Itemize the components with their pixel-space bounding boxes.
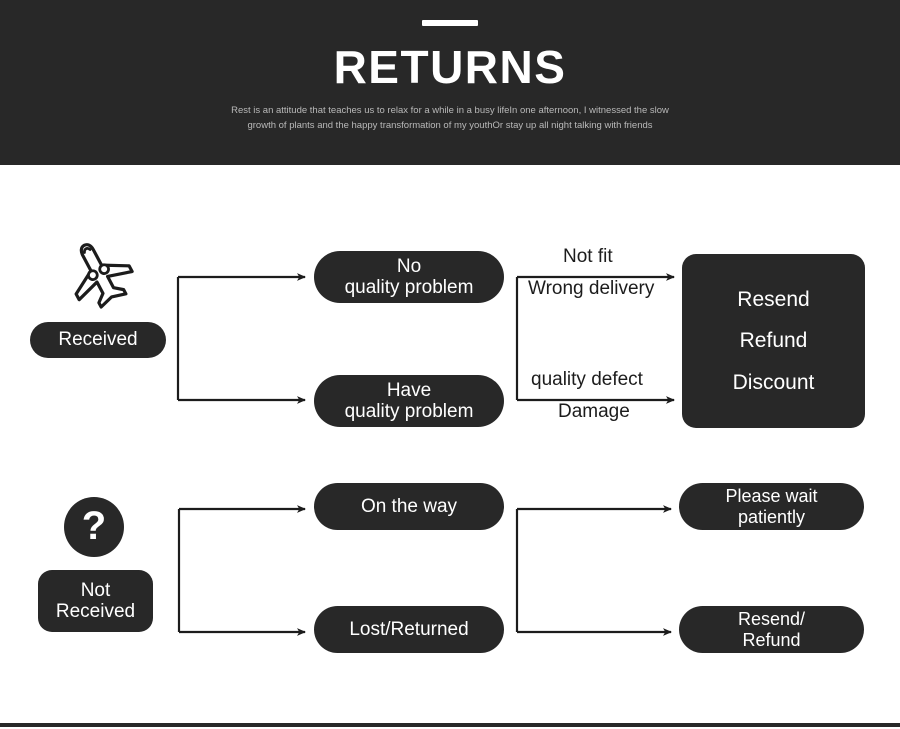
node-no-quality-problem[interactable]: No quality problem (314, 251, 504, 303)
header-divider-rule (422, 20, 478, 26)
node-not-received-line2: Received (55, 601, 136, 622)
node-have-quality-line1: Have (386, 379, 432, 401)
node-resend-refund[interactable]: Resend/ Refund (679, 606, 864, 653)
node-have-quality-problem[interactable]: Have quality problem (314, 375, 504, 427)
node-no-quality-line1: No (396, 255, 422, 277)
node-not-received[interactable]: Not Received (38, 570, 153, 632)
edge-label-not-fit: Not fit (563, 246, 613, 267)
resolution-option-discount: Discount (732, 370, 815, 394)
node-have-quality-line2: quality problem (344, 401, 474, 422)
node-lost-returned[interactable]: Lost/Returned (314, 606, 504, 653)
footer-divider-rule (0, 723, 900, 727)
node-not-received-line1: Not (80, 579, 111, 601)
node-on-the-way[interactable]: On the way (314, 483, 504, 530)
node-please-wait-line1: Please wait (725, 486, 818, 507)
resolution-option-refund: Refund (739, 329, 808, 353)
resolution-option-resend: Resend (737, 287, 810, 311)
node-please-wait-line2: patiently (737, 506, 806, 527)
node-resend-refund-line2: Refund (742, 629, 801, 650)
node-resolution-options[interactable]: Resend Refund Discount (682, 254, 865, 428)
node-please-wait-patiently[interactable]: Please wait patiently (679, 483, 864, 530)
airplane-body-path (74, 243, 134, 309)
node-no-quality-line2: quality problem (344, 277, 474, 298)
edge-label-wrong-delivery: Wrong delivery (528, 278, 655, 299)
node-received-label: Received (58, 329, 138, 351)
page-header: RETURNS Rest is an attitude that teaches… (0, 0, 900, 165)
node-lost-returned-label: Lost/Returned (349, 618, 469, 640)
node-received[interactable]: Received (30, 322, 166, 358)
airplane-icon (55, 235, 145, 315)
edge-label-quality-defect: quality defect (531, 369, 643, 390)
node-on-the-way-label: On the way (360, 495, 458, 517)
question-mark-glyph: ? (81, 503, 107, 548)
node-resend-refund-line1: Resend/ (737, 609, 806, 630)
returns-infographic-page: RETURNS Rest is an attitude that teaches… (0, 0, 900, 729)
flowchart-canvas: Received No quality problem Have quality… (0, 165, 900, 729)
edge-label-damage: Damage (558, 401, 630, 422)
page-subtitle: Rest is an attitude that teaches us to r… (231, 105, 669, 131)
page-title: RETURNS (333, 41, 567, 93)
question-mark-icon: ? (64, 497, 124, 557)
